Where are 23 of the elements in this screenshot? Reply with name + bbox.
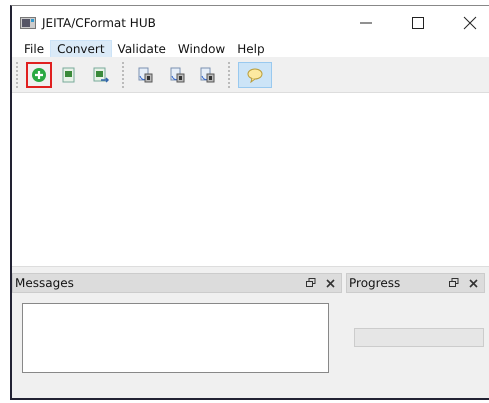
float-icon[interactable] (449, 278, 459, 288)
menu-item[interactable]: File (18, 40, 50, 56)
document-icon (169, 66, 185, 82)
dock-title: Progress (349, 276, 402, 290)
toolbar-button[interactable] (26, 62, 52, 88)
close-icon[interactable] (469, 278, 478, 288)
maximize-icon[interactable] (411, 16, 425, 30)
close-icon[interactable] (463, 16, 477, 30)
menu-item[interactable]: Window (172, 40, 232, 56)
menu-item[interactable]: Help (231, 40, 271, 56)
document-icon (137, 66, 153, 82)
menu-item[interactable]: Convert (50, 40, 112, 58)
menu-item[interactable]: Validate (112, 40, 172, 56)
dock-title: Messages (15, 276, 75, 290)
close-icon[interactable] (326, 278, 335, 288)
float-icon[interactable] (306, 278, 316, 288)
spreadsheet-arrow-icon (93, 66, 109, 82)
speech-bubble-icon (247, 66, 263, 82)
app-icon (20, 17, 36, 29)
plus-icon (31, 66, 47, 82)
document-icon (199, 66, 215, 82)
window-title: JEITA/CFormat HUB (42, 16, 157, 30)
spreadsheet-icon (61, 66, 77, 82)
